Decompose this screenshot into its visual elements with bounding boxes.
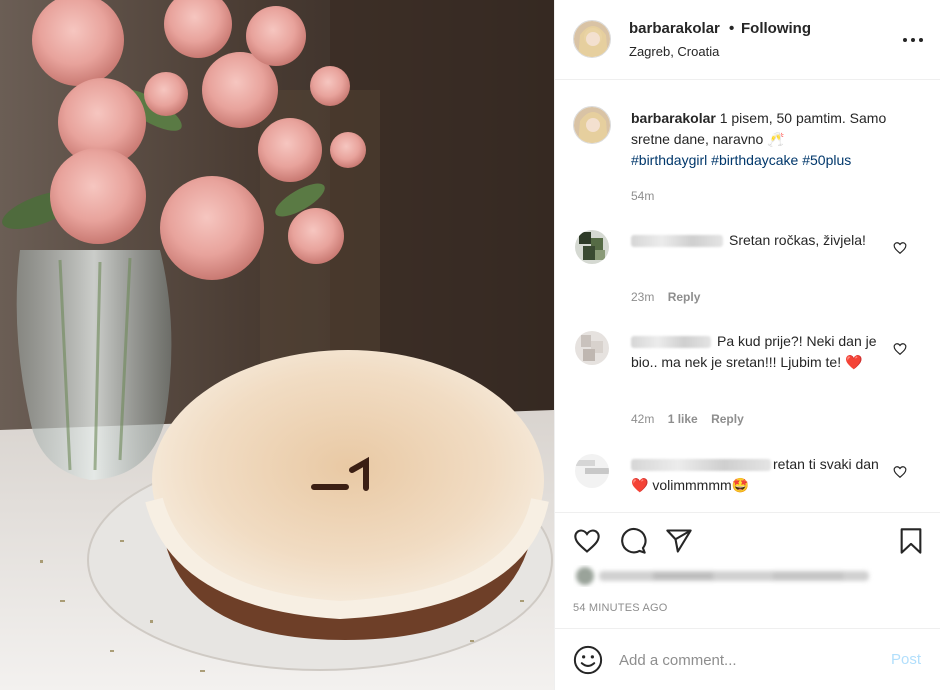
commenter-username-blurred[interactable] bbox=[631, 336, 711, 349]
comment-text: retan ti svaki dan bbox=[773, 456, 879, 472]
commenter-avatar[interactable] bbox=[575, 454, 609, 488]
comment-input[interactable] bbox=[619, 647, 879, 673]
reply-button[interactable]: Reply bbox=[711, 412, 744, 426]
separator-dot: • bbox=[729, 20, 735, 37]
heart-icon[interactable] bbox=[893, 241, 907, 255]
bookmark-icon[interactable] bbox=[897, 527, 925, 555]
post-header: barbarakolar • Following Zagreb, Croatia bbox=[555, 0, 940, 80]
post-photo[interactable] bbox=[0, 0, 554, 690]
hashtag-birthdaycake[interactable]: #birthdaycake bbox=[711, 152, 798, 168]
avatar-image bbox=[574, 107, 610, 143]
share-icon[interactable] bbox=[665, 527, 693, 555]
cake-photo-illustration bbox=[0, 0, 554, 690]
avatar-image bbox=[575, 454, 609, 488]
comment-time[interactable]: 23m bbox=[631, 290, 654, 304]
hashtag-50plus[interactable]: #50plus bbox=[802, 152, 851, 168]
post-button[interactable]: Post bbox=[891, 651, 921, 668]
comment-meta: 42m 1 like Reply bbox=[631, 412, 754, 426]
author-username[interactable]: barbarakolar bbox=[629, 20, 720, 37]
reply-button[interactable]: Reply bbox=[668, 290, 701, 304]
caption-username[interactable]: barbarakolar bbox=[631, 110, 716, 126]
heart-icon[interactable] bbox=[573, 527, 601, 555]
post-location[interactable]: Zagreb, Croatia bbox=[629, 44, 719, 59]
comment-text-continued: volimmmmm bbox=[652, 477, 732, 493]
avatar-image bbox=[575, 230, 609, 264]
comment-meta: 23m Reply bbox=[631, 290, 710, 304]
caption-time[interactable]: 54m bbox=[631, 189, 654, 203]
heart-icon[interactable] bbox=[893, 342, 907, 356]
commenter-username-blurred[interactable] bbox=[631, 459, 771, 472]
comment-body: retan ti svaki dan ❤️ volimmmmm🤩 bbox=[631, 454, 891, 496]
liked-by-blurred[interactable] bbox=[573, 565, 877, 587]
post-details-panel: barbarakolar • Following Zagreb, Croatia… bbox=[554, 0, 940, 690]
post-caption: barbarakolar 1 pisem, 50 pamtim. Samo sr… bbox=[631, 108, 927, 171]
following-button[interactable]: Following bbox=[741, 20, 811, 37]
comment-body: Sretan ročkas, živjela! bbox=[631, 230, 891, 251]
commenter-avatar[interactable] bbox=[575, 230, 609, 264]
more-horizontal-icon[interactable] bbox=[901, 30, 925, 50]
post-timestamp[interactable]: 54 MINUTES AGO bbox=[573, 602, 668, 614]
commenter-username-blurred[interactable] bbox=[631, 235, 723, 248]
post-actions: 54 MINUTES AGO bbox=[555, 512, 940, 628]
emoji-picker-icon[interactable] bbox=[573, 645, 603, 675]
heart-icon[interactable] bbox=[893, 465, 907, 479]
star-struck-emoji: 🤩 bbox=[731, 477, 750, 493]
clinking-glasses-emoji: 🥂 bbox=[767, 131, 785, 147]
avatar-image bbox=[575, 331, 609, 365]
comment-text: Sretan ročkas, živjela! bbox=[729, 232, 866, 248]
comment-icon[interactable] bbox=[619, 527, 647, 555]
caption-avatar[interactable] bbox=[573, 106, 611, 144]
avatar-image bbox=[574, 21, 610, 57]
like-count[interactable]: 1 like bbox=[668, 412, 698, 426]
red-heart-emoji: ❤️ bbox=[845, 354, 863, 370]
hashtag-birthdaygirl[interactable]: #birthdaygirl bbox=[631, 152, 707, 168]
author-avatar[interactable] bbox=[573, 20, 611, 58]
add-comment-bar: Post bbox=[555, 628, 940, 690]
red-heart-emoji: ❤️ bbox=[631, 477, 649, 493]
commenter-avatar[interactable] bbox=[575, 331, 609, 365]
comment-body: Pa kud prije?! Neki dan je bio.. ma nek … bbox=[631, 331, 891, 373]
comment-time[interactable]: 42m bbox=[631, 412, 654, 426]
